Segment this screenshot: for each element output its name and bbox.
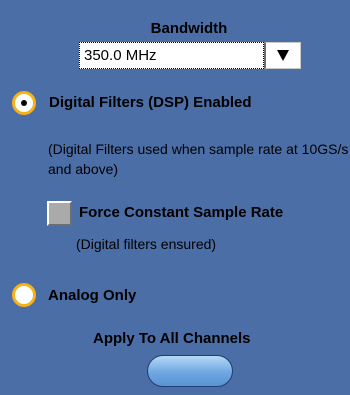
apply-label: Apply To All Channels bbox=[93, 330, 251, 347]
bandwidth-panel: Bandwidth 350.0 MHz Digital Filters (DSP… bbox=[0, 0, 350, 395]
bandwidth-value[interactable]: 350.0 MHz bbox=[79, 42, 264, 69]
analog-radio[interactable] bbox=[12, 283, 36, 307]
dropdown-button[interactable] bbox=[264, 42, 301, 69]
apply-to-all-button[interactable] bbox=[147, 355, 233, 387]
force-constant-note: (Digital filters ensured) bbox=[76, 236, 217, 252]
triangle-down-icon bbox=[277, 50, 289, 61]
dsp-radio[interactable] bbox=[12, 91, 36, 115]
radio-selected-dot bbox=[21, 100, 27, 106]
dsp-note: (Digital Filters used when sample rate a… bbox=[48, 141, 349, 177]
dsp-label[interactable]: Digital Filters (DSP) Enabled bbox=[49, 94, 252, 111]
force-constant-checkbox[interactable] bbox=[47, 201, 72, 226]
bandwidth-dropdown[interactable]: 350.0 MHz bbox=[79, 42, 301, 69]
analog-label[interactable]: Analog Only bbox=[48, 287, 136, 304]
bandwidth-title: Bandwidth bbox=[150, 20, 228, 37]
force-constant-label[interactable]: Force Constant Sample Rate bbox=[79, 204, 283, 221]
radio-inner bbox=[15, 286, 33, 304]
